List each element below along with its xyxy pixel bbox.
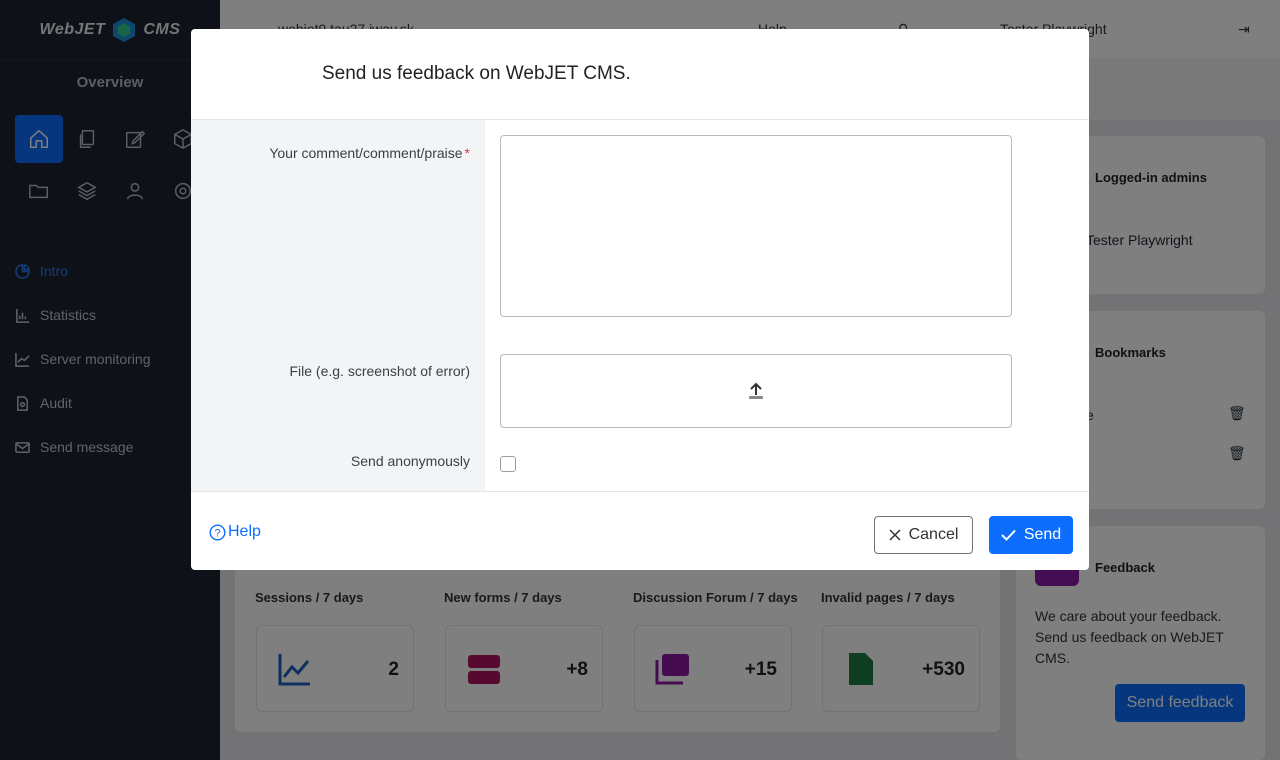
file-label: File (e.g. screenshot of error) <box>289 363 470 379</box>
modal-header: Send us feedback on WebJET CMS. <box>191 29 1089 120</box>
upload-icon <box>749 382 763 399</box>
file-dropzone[interactable] <box>500 354 1012 428</box>
comment-label-text: Your comment/comment/praise <box>269 145 463 161</box>
modal-footer: ? Help Cancel Send <box>191 492 1089 570</box>
cancel-label: Cancel <box>908 526 959 543</box>
comment-label: Your comment/comment/praise * <box>269 145 470 161</box>
send-label: Send <box>1023 526 1062 543</box>
modal-title: Send us feedback on WebJET CMS. <box>322 63 631 84</box>
help-label: Help <box>228 523 261 540</box>
send-button[interactable]: Send <box>989 516 1073 554</box>
cancel-button[interactable]: Cancel <box>874 516 973 554</box>
help-link[interactable]: ? Help <box>209 523 261 541</box>
svg-text:?: ? <box>214 527 220 539</box>
check-icon <box>1001 529 1016 541</box>
question-circle-icon: ? <box>209 523 226 541</box>
anonymous-checkbox[interactable] <box>500 456 516 472</box>
modal-body: Your comment/comment/praise * File (e.g. … <box>191 120 1089 492</box>
anonymous-label: Send anonymously <box>350 453 470 469</box>
close-icon <box>889 529 901 541</box>
comment-field[interactable] <box>500 135 1012 317</box>
required-mark: * <box>464 145 470 161</box>
label-column <box>191 120 485 491</box>
feedback-modal: Send us feedback on WebJET CMS. Your com… <box>191 29 1089 570</box>
